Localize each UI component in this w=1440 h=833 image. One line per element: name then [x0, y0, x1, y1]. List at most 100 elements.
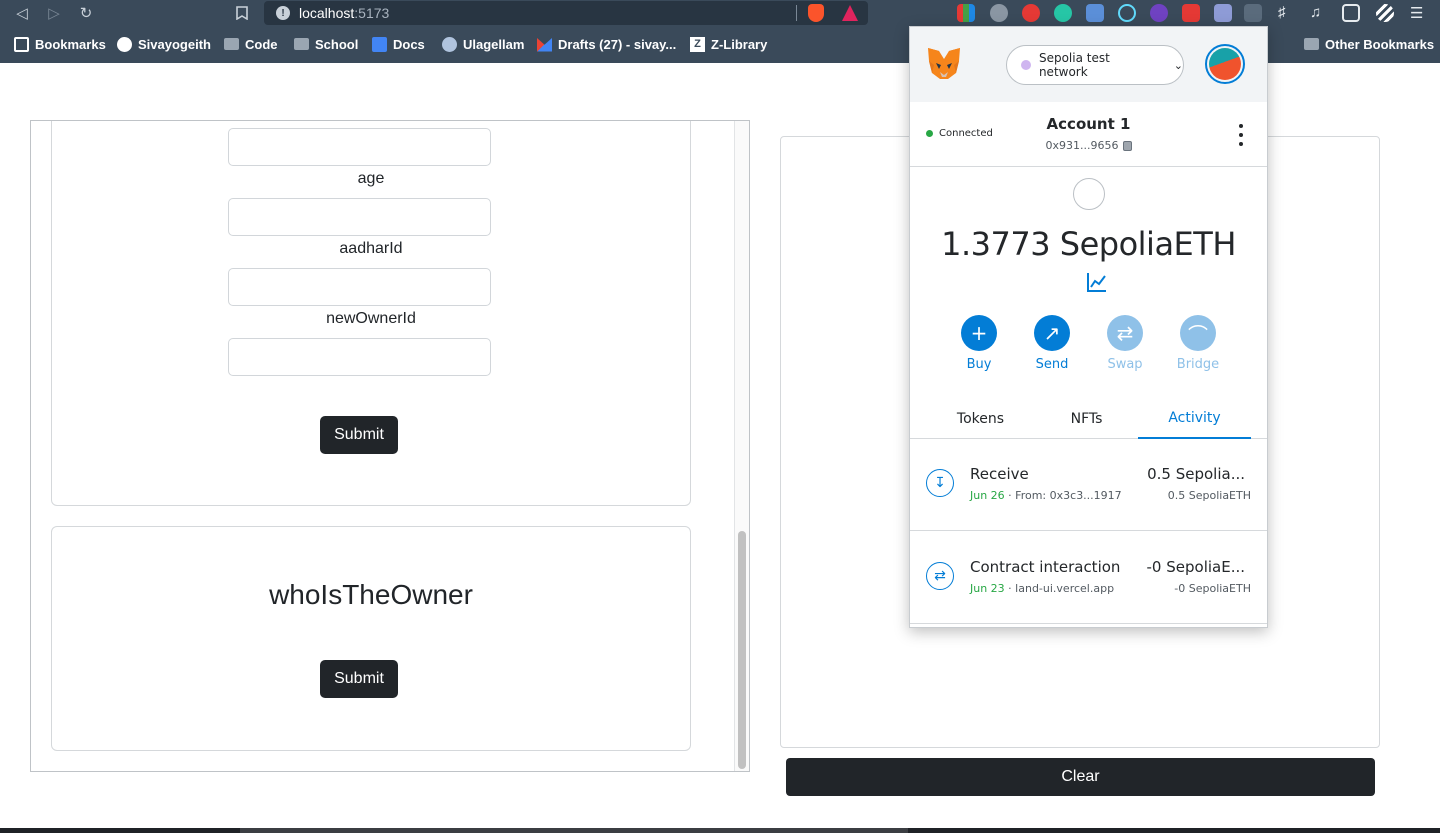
gmail-icon [537, 38, 552, 52]
reload-icon[interactable]: ↻ [76, 3, 96, 23]
folder-icon [224, 38, 239, 50]
account-avatar[interactable] [1205, 44, 1245, 84]
extension-cloud-icon[interactable] [1086, 4, 1104, 22]
swap-button[interactable]: ⇄ Swap [1095, 315, 1155, 372]
transaction-amount: -0 SepoliaE... [1146, 558, 1245, 576]
globe-icon [442, 36, 457, 52]
age-input[interactable] [228, 198, 491, 236]
bookmark-other[interactable]: Other Bookmarks [1304, 35, 1434, 53]
clear-button[interactable]: Clear [786, 758, 1375, 796]
portfolio-chart-icon[interactable] [1086, 271, 1108, 293]
bookmarks-menu[interactable]: Bookmarks [14, 35, 106, 53]
url-text: localhost:5173 [299, 5, 390, 21]
transaction-row[interactable]: ⇄ Contract interaction Jun 23 · land-ui.… [910, 532, 1267, 624]
back-icon[interactable]: ◁ [12, 3, 32, 23]
bookmarks-icon [14, 36, 29, 52]
extension-colors-icon[interactable] [957, 4, 975, 22]
account-address[interactable]: 0x931...9656 [910, 139, 1267, 152]
metamask-extension-icon[interactable] [1244, 4, 1262, 22]
network-selector[interactable]: Sepolia test network ⌄ [1006, 45, 1184, 85]
transaction-amount-secondary: 0.5 SepoliaETH [1167, 489, 1251, 502]
transaction-subtitle: Jun 23 · land-ui.vercel.app [970, 582, 1115, 595]
plus-icon: + [961, 315, 997, 351]
tab-tokens[interactable]: Tokens [924, 399, 1037, 439]
receive-icon: ↧ [926, 469, 954, 497]
newownerid-input[interactable] [228, 338, 491, 376]
docs-icon [372, 36, 387, 52]
send-button[interactable]: ↗ Send [1022, 315, 1082, 372]
submit-button[interactable]: Submit [320, 416, 398, 454]
extension-profile-icon[interactable] [990, 4, 1008, 22]
newownerid-label: newOwnerId [326, 310, 416, 327]
bookmark-code[interactable]: Code [224, 35, 278, 53]
aadharid-input[interactable] [228, 268, 491, 306]
transaction-title: Contract interaction [970, 558, 1121, 576]
scrollbar-thumb[interactable] [738, 531, 746, 769]
account-options-icon[interactable] [1235, 124, 1247, 146]
forward-icon[interactable]: ▷ [44, 3, 64, 23]
contract-interaction-icon: ⇄ [926, 562, 954, 590]
brave-shields-icon[interactable] [808, 4, 824, 22]
github-icon [117, 36, 132, 52]
extension-lavender-icon[interactable] [1214, 4, 1232, 22]
tab-activity[interactable]: Activity [1138, 399, 1251, 439]
transaction-subtitle: Jun 26 · From: 0x3c3...1917 [970, 489, 1122, 502]
name-input[interactable] [228, 128, 491, 166]
browser-toolbar: ◁ ▷ ↻ ! localhost:5173 ♯ ♫ ☰ [0, 0, 1440, 26]
extension-red-icon[interactable] [1022, 4, 1040, 22]
aadharid-label: aadharId [339, 240, 403, 257]
tab-nfts[interactable]: NFTs [1030, 399, 1143, 439]
account-row: Connected Account 1 0x931...9656 [910, 102, 1267, 167]
bookmark-sivayogeith[interactable]: Sivayogeith [117, 35, 211, 53]
bookmark-icon[interactable] [232, 3, 252, 23]
copy-icon [1122, 141, 1132, 151]
site-info-icon[interactable]: ! [276, 6, 290, 20]
network-label: Sepolia test network [1038, 51, 1110, 79]
folder-icon [1304, 38, 1319, 50]
transfer-form-card: age aadharId newOwnerId Submit [51, 121, 691, 506]
extension-purple-icon[interactable] [1150, 4, 1168, 22]
media-control-icon[interactable]: ♫ [1310, 4, 1328, 22]
address-bar[interactable]: ! localhost:5173 [264, 1, 868, 25]
zlibrary-icon: Z [690, 36, 705, 52]
transaction-title: Receive [970, 465, 1029, 483]
wallet-icon[interactable] [1342, 4, 1360, 22]
chevron-down-icon: ⌄ [1173, 58, 1183, 72]
bookmark-docs[interactable]: Docs [372, 35, 425, 53]
bookmark-school[interactable]: School [294, 35, 358, 53]
bookmark-drafts[interactable]: Drafts (27) - sivay... [537, 35, 676, 53]
extensions-puzzle-icon[interactable]: ♯ [1278, 4, 1296, 22]
age-label: age [357, 170, 385, 187]
folder-icon [294, 38, 309, 50]
scrollbar[interactable] [734, 121, 749, 771]
bookmark-ulagellam[interactable]: Ulagellam [442, 35, 524, 53]
brave-rewards-icon[interactable] [842, 5, 858, 21]
bookmark-zlibrary[interactable]: Z Z-Library [690, 35, 767, 53]
arrow-up-right-icon: ↗ [1034, 315, 1070, 351]
functions-panel[interactable]: age aadharId newOwnerId Submit whoIsTheO… [30, 120, 750, 772]
bridge-button[interactable]: ⌒ Bridge [1168, 315, 1228, 372]
metamask-popup: Sepolia test network ⌄ Connected Account… [909, 26, 1268, 628]
asset-tabs: Tokens NFTs Activity [910, 399, 1267, 439]
who-is-the-owner-card: whoIsTheOwner Submit [51, 526, 691, 751]
profile-avatar[interactable] [1376, 4, 1394, 22]
todoist-icon[interactable] [1182, 4, 1200, 22]
url-separator [796, 5, 797, 21]
metamask-header: Sepolia test network ⌄ [910, 27, 1267, 102]
bridge-icon: ⌒ [1180, 315, 1216, 351]
buy-button[interactable]: + Buy [949, 315, 1009, 372]
card-title: whoIsTheOwner [269, 579, 473, 610]
bottom-bar-segment [240, 828, 908, 833]
token-icon [1073, 178, 1105, 210]
extension-teal-icon[interactable] [1054, 4, 1072, 22]
transaction-amount-secondary: -0 SepoliaETH [1174, 582, 1251, 595]
owner-submit-button[interactable]: Submit [320, 660, 398, 698]
swap-icon: ⇄ [1107, 315, 1143, 351]
account-name: Account 1 [1046, 115, 1131, 133]
metamask-fox-icon[interactable] [926, 47, 962, 81]
transaction-row[interactable]: ↧ Receive Jun 26 · From: 0x3c3...1917 0.… [910, 439, 1267, 531]
react-devtools-icon[interactable] [1118, 4, 1136, 22]
menu-icon[interactable]: ☰ [1410, 4, 1428, 22]
network-indicator-dot [1021, 60, 1031, 70]
account-balance: 1.3773 SepoliaETH [941, 225, 1236, 263]
